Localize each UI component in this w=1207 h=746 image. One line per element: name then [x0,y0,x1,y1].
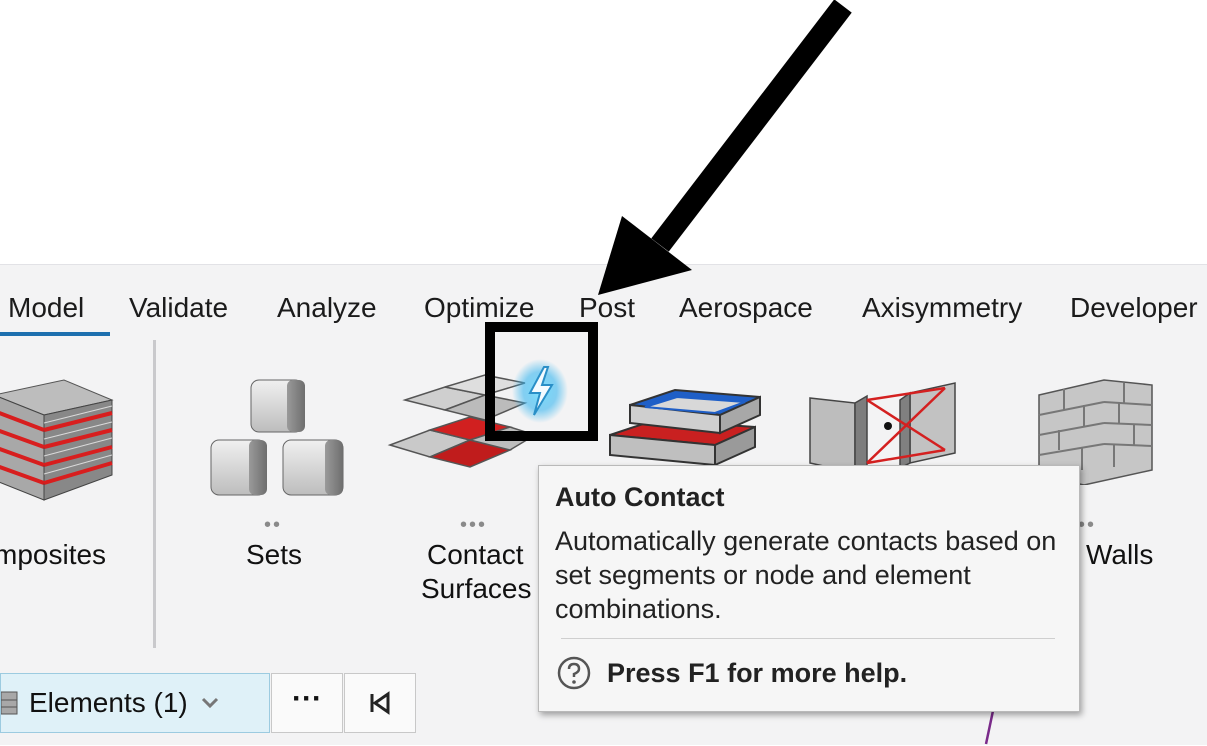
composites-label: mposites [0,539,107,570]
tab-validate[interactable]: Validate [129,288,228,328]
composites-tool[interactable]: mposites [0,375,120,595]
tooltip-description: Automatically generate contacts based on… [555,526,1057,624]
elements-dropdown-label: Elements (1) [29,687,188,718]
tab-aerospace[interactable]: Aerospace [679,288,813,328]
auto-contact-tooltip: Auto Contact Automatically generate cont… [538,465,1080,712]
help-icon [557,656,591,690]
more-icon: ··· [292,682,322,715]
graphics-edge [984,706,996,745]
tab-analyze[interactable]: Analyze [277,288,377,328]
ribbon-divider [153,340,156,648]
composites-icon [0,379,114,501]
first-page-icon [370,691,390,715]
tooltip-title: Auto Contact [555,482,725,512]
tab-axisymmetry[interactable]: Axisymmetry [862,288,1022,328]
more-button[interactable]: ··· [271,673,343,733]
contact-label-line2: Surfaces [421,573,532,604]
elements-icon [1,691,18,715]
sets-more-dots[interactable]: •• [264,515,282,535]
tab-model[interactable]: Model [8,288,84,328]
walls-more-dots[interactable]: •• [1078,515,1096,535]
first-page-button[interactable] [344,673,416,733]
active-tab-indicator [0,332,110,336]
tab-developer[interactable]: Developer [1070,288,1198,328]
rigid-walls-label: l Walls [1072,539,1154,570]
sets-tool[interactable]: •• Sets [200,375,355,595]
sets-label: Sets [246,539,303,570]
elements-dropdown[interactable]: Elements (1) [0,673,270,733]
tooltip-divider [561,638,1055,639]
tooltip-help: Press F1 for more help. [557,656,907,690]
chevron-down-icon [201,697,218,709]
tooltip-help-text: Press F1 for more help. [607,657,908,688]
rigid-link-icon[interactable] [805,378,965,478]
sets-icon [210,379,344,496]
contact-label-line1: Contact [427,539,524,570]
contact-more-dots[interactable]: ••• [460,515,487,535]
annotation-highlight-box [485,322,598,441]
ribbon-tabs: Model Validate Analyze Optimize Post Aer… [0,288,1207,328]
